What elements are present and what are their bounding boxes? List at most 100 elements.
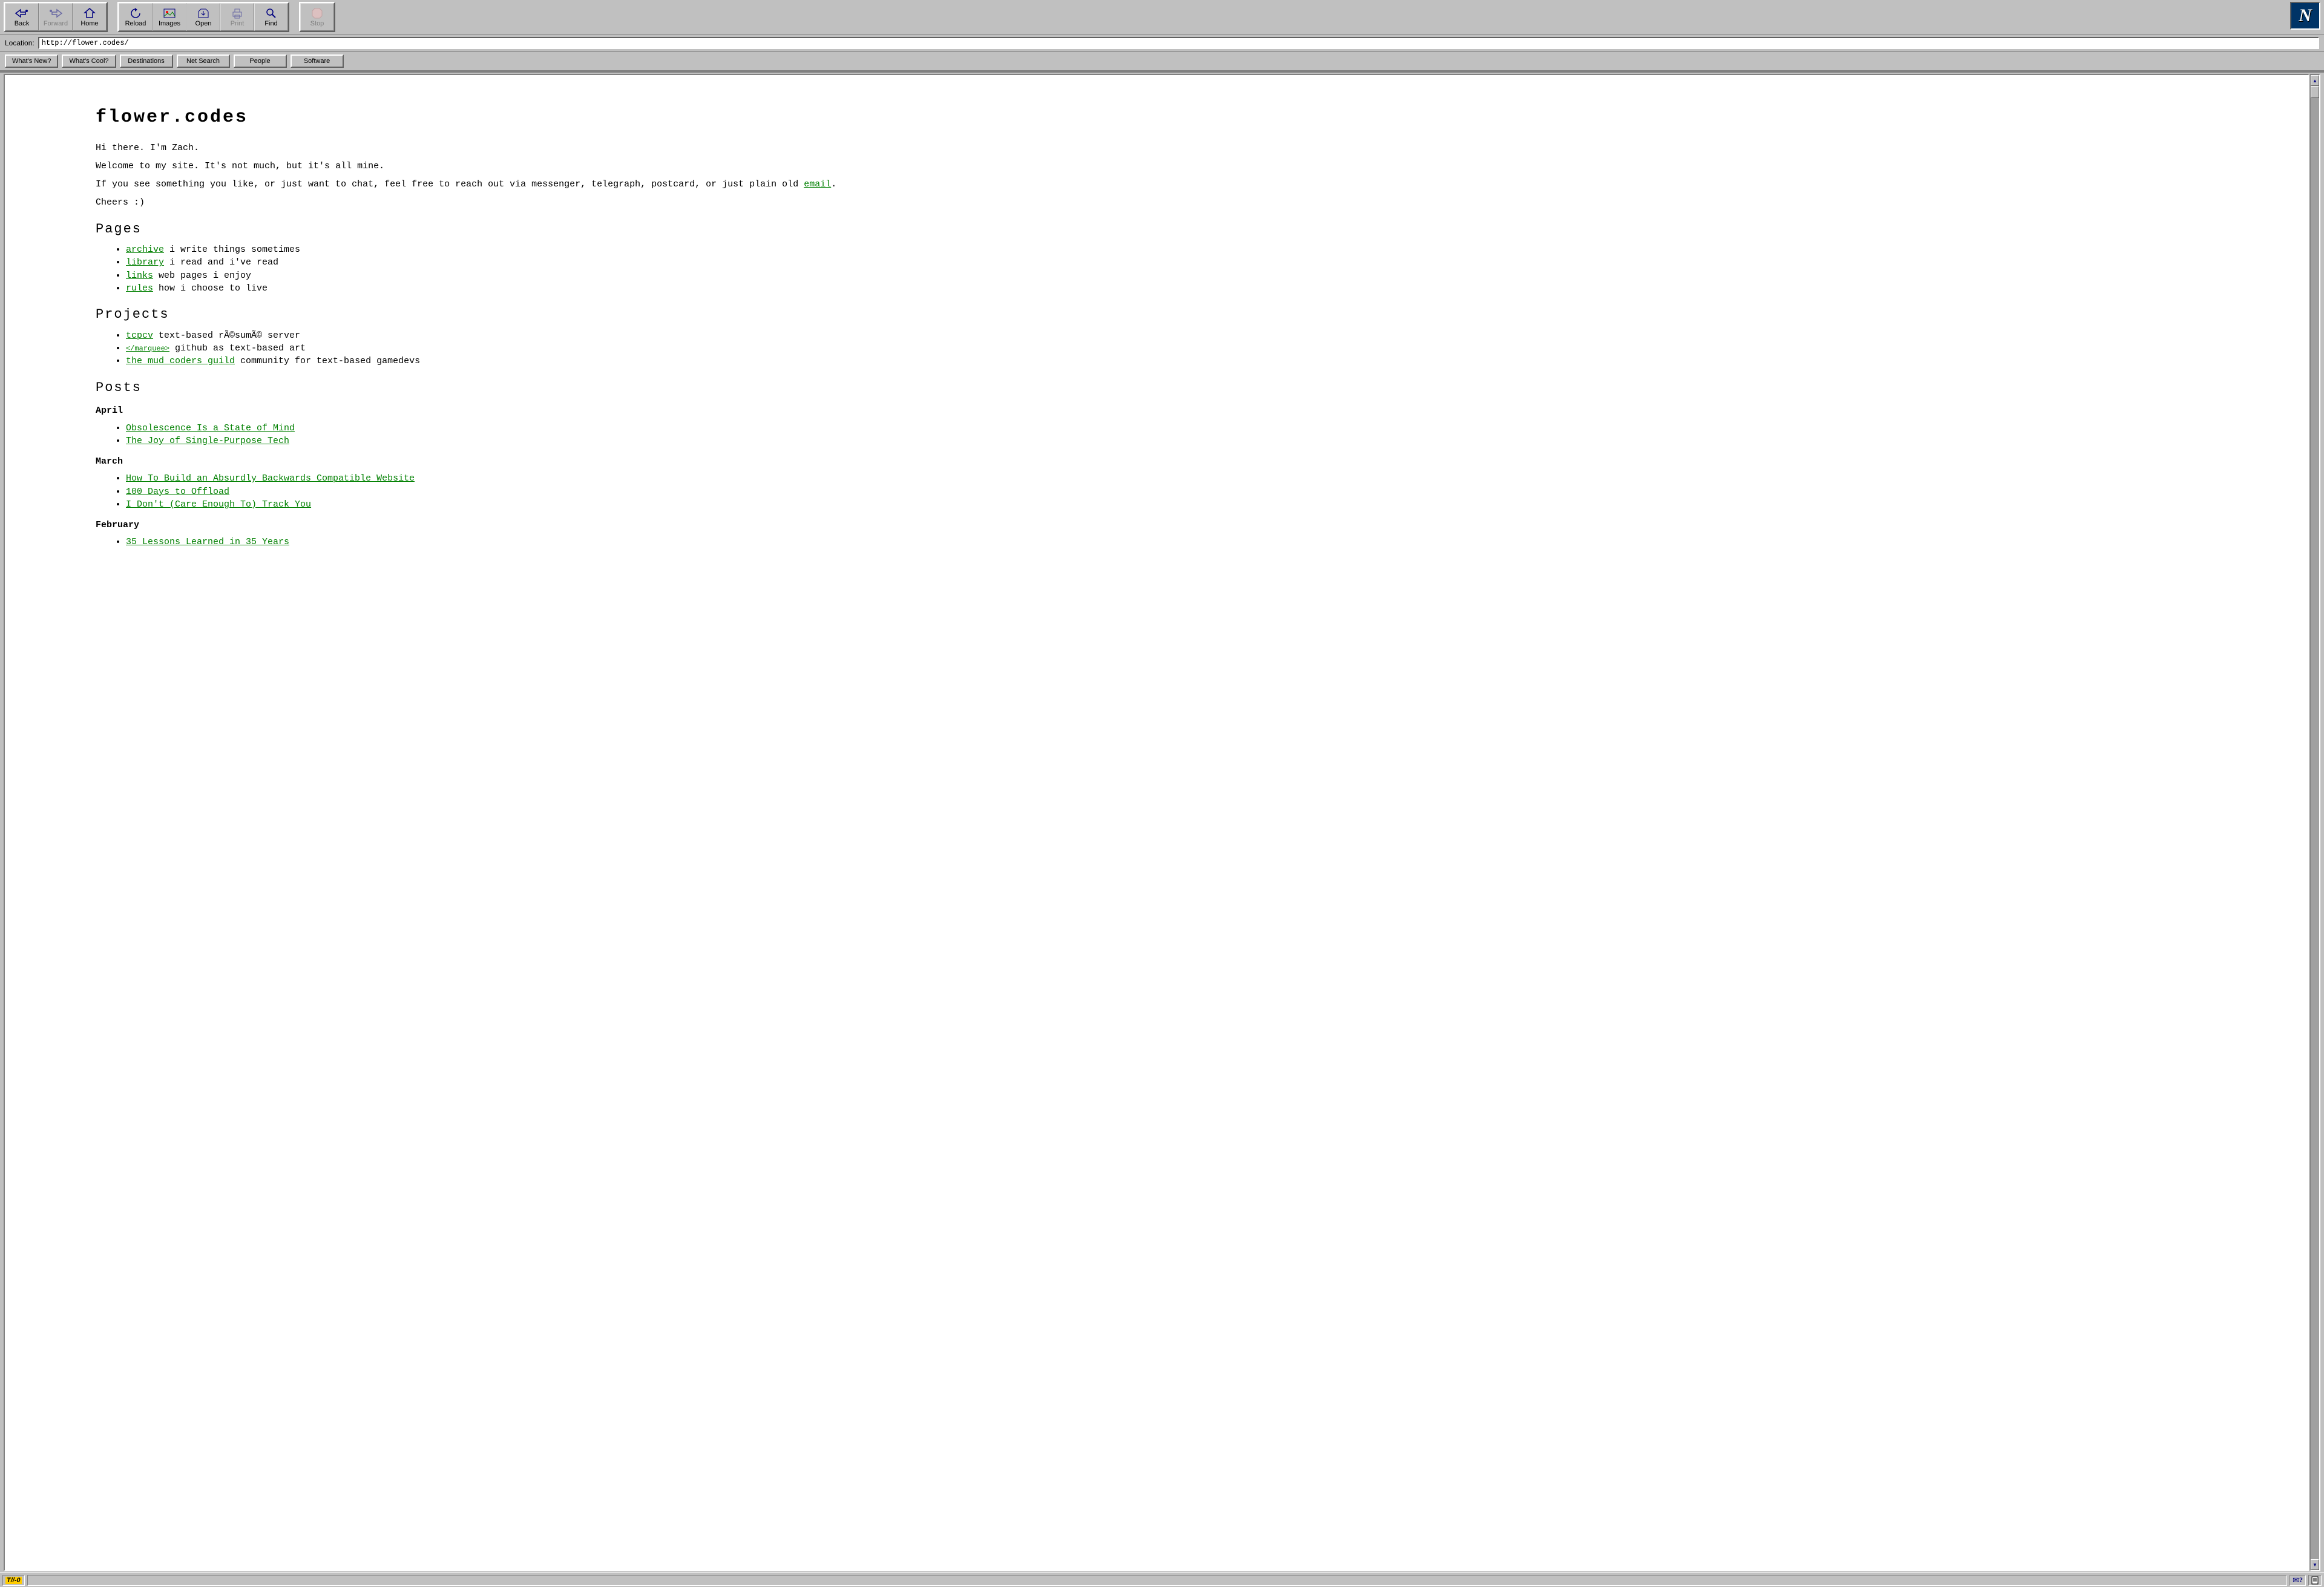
home-button[interactable]: Home: [73, 3, 107, 31]
project-link-tcpcv[interactable]: tcpcv: [126, 330, 153, 341]
page-title: flower.codes: [96, 105, 2217, 130]
viewport-wrap: flower.codes Hi there. I'm Zach. Welcome…: [0, 71, 2324, 1572]
dir-people[interactable]: People: [234, 54, 287, 68]
stop-group: Stop: [299, 2, 335, 32]
images-icon: [163, 7, 176, 20]
post-link[interactable]: Obsolescence Is a State of Mind: [126, 423, 295, 433]
dir-net-search[interactable]: Net Search: [177, 54, 230, 68]
document-icon: [2311, 1576, 2319, 1585]
page-link-rules[interactable]: rules: [126, 283, 153, 294]
list-item: The Joy of Single-Purpose Tech: [126, 435, 2217, 447]
directory-bar: What's New? What's Cool? Destinations Ne…: [0, 52, 2324, 71]
list-item: 100 Days to Offload: [126, 486, 2217, 498]
reload-label: Reload: [125, 20, 146, 27]
page-group: Reload Images Open Print Find: [117, 2, 289, 32]
dir-whats-new[interactable]: What's New?: [5, 54, 58, 68]
month-april: April: [96, 405, 2217, 417]
intro-1: Hi there. I'm Zach.: [96, 142, 2217, 154]
back-label: Back: [15, 20, 29, 27]
images-label: Images: [159, 20, 180, 27]
question-icon: ?: [2299, 1576, 2303, 1585]
mail-button[interactable]: ✉ ?: [2290, 1575, 2306, 1586]
post-link[interactable]: 35 Lessons Learned in 35 Years: [126, 537, 289, 547]
pages-list: archive i write things sometimes library…: [96, 244, 2217, 295]
list-item: How To Build an Absurdly Backwards Compa…: [126, 473, 2217, 485]
page-link-archive[interactable]: archive: [126, 245, 164, 255]
list-item: the mud coders guild community for text-…: [126, 355, 2217, 367]
find-button[interactable]: Find: [254, 3, 288, 31]
open-button[interactable]: Open: [186, 3, 220, 31]
reload-button[interactable]: Reload: [119, 3, 153, 31]
netscape-n-icon: N: [2299, 5, 2312, 26]
pages-heading: Pages: [96, 220, 2217, 238]
chevron-down-icon: ▼: [2313, 1562, 2317, 1568]
chevron-up-icon: ▲: [2313, 78, 2317, 84]
stop-button[interactable]: Stop: [300, 3, 334, 31]
posts-april: Obsolescence Is a State of Mind The Joy …: [96, 422, 2217, 448]
list-item: Obsolescence Is a State of Mind: [126, 422, 2217, 435]
list-item: 35 Lessons Learned in 35 Years: [126, 536, 2217, 548]
scroll-track[interactable]: [2311, 86, 2319, 1559]
posts-heading: Posts: [96, 379, 2217, 397]
forward-arrow-icon: [48, 7, 63, 20]
month-february: February: [96, 519, 2217, 531]
home-label: Home: [80, 20, 98, 27]
open-label: Open: [195, 20, 212, 27]
projects-list: tcpcv text-based rÃ©sumÃ© server </marqu…: [96, 330, 2217, 368]
url-input[interactable]: [38, 37, 2319, 49]
page-link-links[interactable]: links: [126, 271, 153, 281]
email-link[interactable]: email: [804, 179, 831, 189]
netscape-logo[interactable]: N: [2290, 2, 2320, 30]
forward-label: Forward: [44, 20, 68, 27]
back-arrow-icon: [15, 7, 29, 20]
print-button[interactable]: Print: [220, 3, 254, 31]
month-march: March: [96, 456, 2217, 468]
project-link-mud[interactable]: the mud coders guild: [126, 356, 235, 366]
posts-march: How To Build an Absurdly Backwards Compa…: [96, 473, 2217, 511]
print-label: Print: [231, 20, 245, 27]
post-link[interactable]: I Don't (Care Enough To) Track You: [126, 499, 311, 510]
post-link[interactable]: 100 Days to Offload: [126, 487, 229, 497]
home-icon: [84, 7, 96, 20]
dir-destinations[interactable]: Destinations: [120, 54, 173, 68]
status-doc[interactable]: [2308, 1575, 2322, 1586]
dir-whats-cool[interactable]: What's Cool?: [62, 54, 116, 68]
location-label: Location:: [5, 39, 34, 47]
main-toolbar: Back Forward Home Reload Images: [0, 0, 2324, 34]
dir-software[interactable]: Software: [290, 54, 344, 68]
cheers: Cheers :): [96, 197, 2217, 209]
stop-label: Stop: [310, 20, 324, 27]
mail-icon: ✉: [2293, 1576, 2299, 1585]
status-bar: T//-0 ✉ ?: [0, 1572, 2324, 1587]
tho-icon: T//-0: [5, 1577, 22, 1584]
images-button[interactable]: Images: [153, 3, 186, 31]
location-bar: Location:: [0, 34, 2324, 52]
vertical-scrollbar[interactable]: ▲ ▼: [2309, 74, 2320, 1571]
status-logo[interactable]: T//-0: [2, 1575, 25, 1586]
list-item: I Don't (Care Enough To) Track You: [126, 499, 2217, 511]
find-label: Find: [264, 20, 277, 27]
list-item: tcpcv text-based rÃ©sumÃ© server: [126, 330, 2217, 342]
list-item: rules how i choose to live: [126, 283, 2217, 295]
stop-icon: [312, 7, 323, 20]
list-item: links web pages i enjoy: [126, 270, 2217, 282]
open-icon: [197, 7, 209, 20]
reload-icon: [130, 7, 142, 20]
intro-2: Welcome to my site. It's not much, but i…: [96, 160, 2217, 172]
page-link-library[interactable]: library: [126, 257, 164, 268]
list-item: </marquee> github as text-based art: [126, 343, 2217, 355]
print-icon: [231, 7, 243, 20]
projects-heading: Projects: [96, 306, 2217, 324]
forward-button[interactable]: Forward: [39, 3, 73, 31]
scroll-thumb[interactable]: [2311, 86, 2319, 98]
project-link-marquee[interactable]: </marquee>: [126, 344, 169, 353]
page-content: flower.codes Hi there. I'm Zach. Welcome…: [5, 75, 2308, 571]
list-item: archive i write things sometimes: [126, 244, 2217, 256]
find-icon: [265, 7, 277, 20]
scroll-up-button[interactable]: ▲: [2311, 75, 2319, 86]
back-button[interactable]: Back: [5, 3, 39, 31]
post-link[interactable]: The Joy of Single-Purpose Tech: [126, 436, 289, 446]
scroll-down-button[interactable]: ▼: [2311, 1559, 2319, 1570]
post-link[interactable]: How To Build an Absurdly Backwards Compa…: [126, 473, 415, 484]
intro-3: If you see something you like, or just w…: [96, 179, 2217, 191]
